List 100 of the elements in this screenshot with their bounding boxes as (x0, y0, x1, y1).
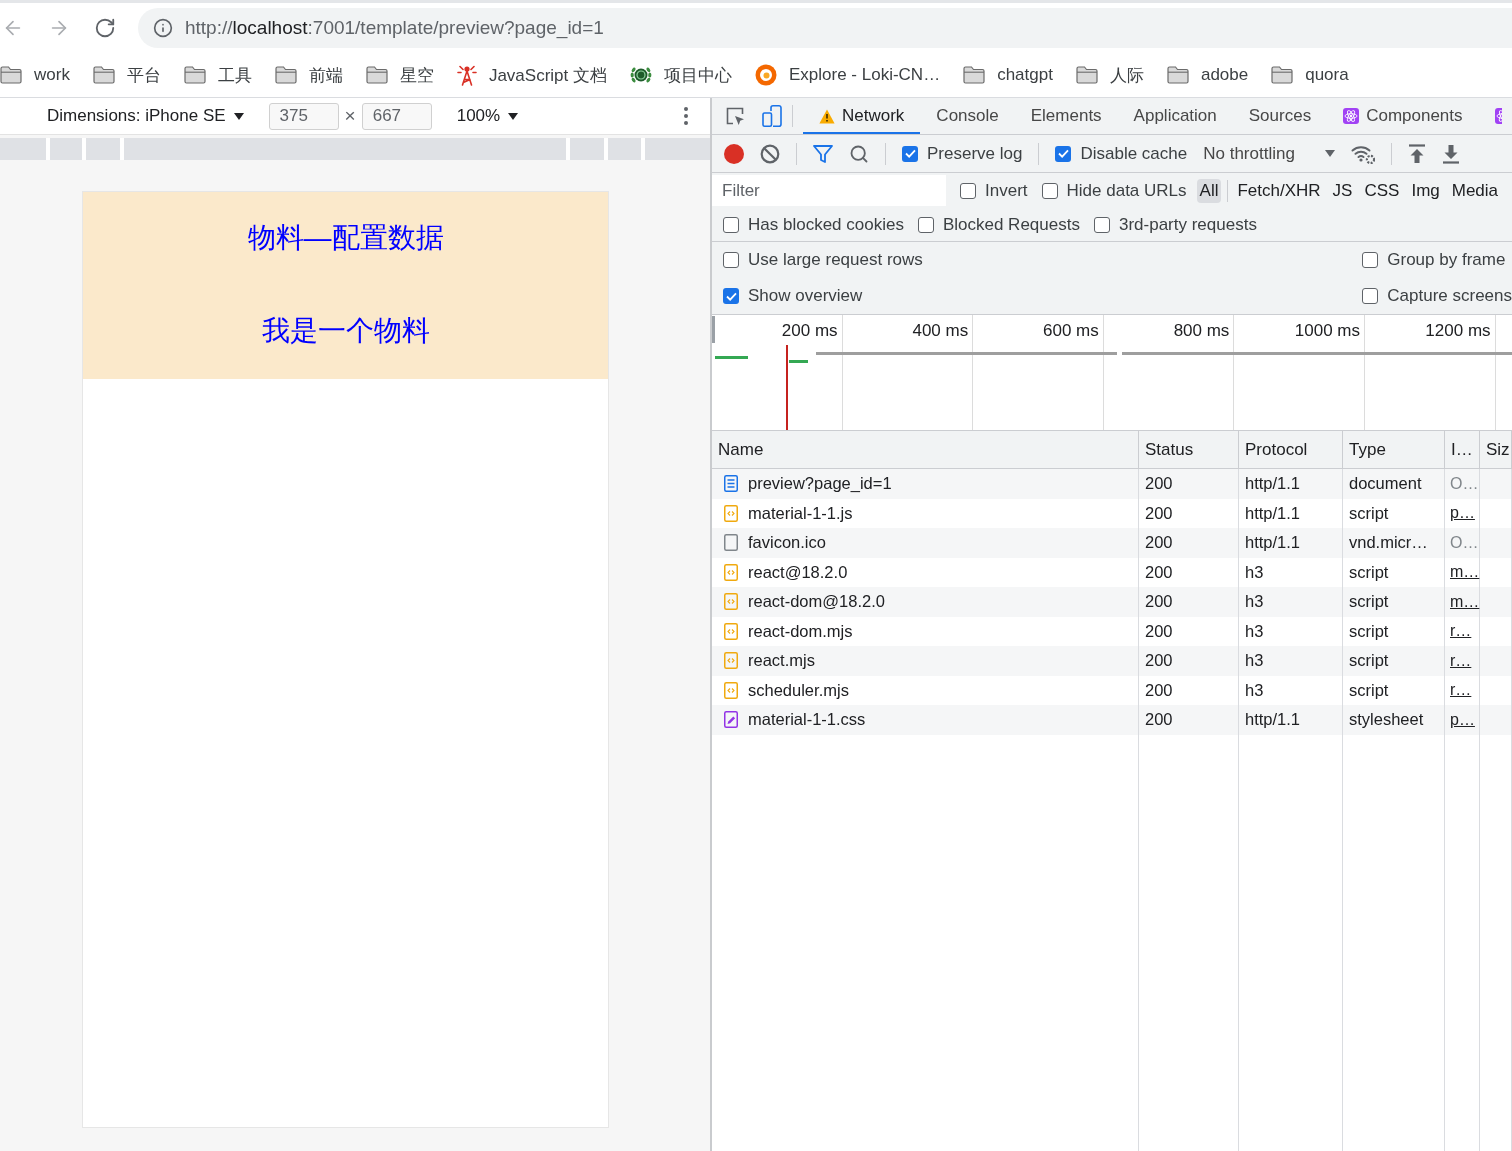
width-input[interactable]: 375 (268, 102, 339, 130)
bookmark[interactable]: work (0, 65, 70, 85)
bookmark[interactable]: 前端 (274, 63, 343, 87)
checkbox[interactable] (1362, 252, 1379, 268)
bookmark[interactable]: 工具 (183, 63, 252, 87)
vertical-dots-icon[interactable] (684, 107, 688, 125)
request-name[interactable]: react-dom.mjs (748, 621, 853, 641)
filter-input[interactable]: Filter (712, 175, 946, 206)
checkbox-label[interactable]: Invert (985, 180, 1028, 201)
bookmark[interactable]: adobe (1166, 65, 1249, 85)
initiator-link[interactable]: r… (1450, 651, 1472, 670)
bookmark[interactable]: chatgpt (963, 65, 1053, 85)
checkbox[interactable] (723, 288, 739, 304)
address-bar[interactable]: http://localhost:7001/template/preview?page_id=1 (138, 8, 1512, 48)
checkbox[interactable] (723, 252, 739, 268)
table-cell: script (1343, 587, 1445, 617)
checkbox-label[interactable]: Blocked Requests (942, 214, 1080, 235)
checkbox-label[interactable]: Preserve log (927, 143, 1023, 164)
column-header[interactable]: Type (1343, 431, 1445, 468)
wifi-settings-icon[interactable] (1350, 143, 1375, 164)
bookmark[interactable]: Explore - Loki-CN… (755, 64, 941, 86)
checkbox[interactable] (960, 182, 976, 199)
checkbox-label[interactable]: 3rd-party requests (1118, 214, 1257, 235)
info-icon[interactable] (153, 18, 173, 38)
request-name[interactable]: favicon.ico (748, 533, 826, 553)
column-header[interactable]: I… (1445, 431, 1480, 468)
checkbox-label[interactable]: Has blocked cookies (748, 214, 904, 235)
type-filter[interactable]: Fetch/XHR (1234, 178, 1324, 203)
request-name[interactable]: material-1-1.css (748, 710, 866, 730)
atom-icon (1343, 108, 1360, 124)
column-header[interactable]: Status (1139, 431, 1239, 468)
checkbox-label[interactable]: Capture screens (1387, 286, 1512, 306)
filter-icon[interactable] (813, 143, 833, 164)
bookmark[interactable]: 平台 (92, 63, 161, 87)
bookmark[interactable]: quora (1271, 65, 1349, 85)
column-header[interactable]: Name (712, 431, 1139, 468)
prohibited-icon[interactable] (760, 143, 780, 164)
request-name[interactable]: preview?page_id=1 (748, 474, 892, 494)
checkbox[interactable] (723, 216, 739, 233)
panel-tab[interactable]: Sources (1232, 98, 1328, 134)
initiator-link[interactable]: r… (1450, 622, 1472, 641)
folder-icon (92, 66, 115, 84)
panel-tab[interactable]: Network (803, 98, 921, 134)
type-filter[interactable]: Img (1408, 178, 1443, 203)
request-name[interactable]: react-dom@18.2.0 (748, 592, 885, 612)
height-input[interactable]: 667 (361, 102, 432, 130)
zoom-select[interactable]: 100% (456, 106, 519, 126)
page-title: 物料—配置数据 (247, 221, 444, 255)
initiator-link[interactable]: m… (1450, 592, 1480, 611)
request-name[interactable]: material-1-1.js (748, 503, 853, 523)
bookmark[interactable]: 人际 (1075, 63, 1144, 87)
initiator-link[interactable]: p… (1450, 710, 1475, 729)
column-header[interactable]: Siz (1480, 431, 1512, 468)
document-icon (724, 475, 738, 493)
initiator-link[interactable]: r… (1450, 681, 1472, 700)
cursor-box-icon[interactable] (725, 106, 745, 126)
circular-arrow-icon[interactable] (94, 17, 116, 39)
request-name[interactable]: scheduler.mjs (748, 680, 849, 700)
bookmark[interactable]: JavaScript 文档 (456, 63, 607, 87)
panel-tab[interactable]: Components (1327, 98, 1479, 134)
checkbox[interactable] (1093, 216, 1110, 233)
bookmark[interactable]: 项目中心 (630, 63, 732, 87)
device-select[interactable]: Dimensions: iPhone SE (47, 106, 244, 126)
type-filter[interactable]: All (1196, 178, 1222, 203)
checkbox[interactable] (1041, 182, 1058, 199)
initiator-link[interactable]: p… (1450, 504, 1475, 523)
upload-icon[interactable] (1407, 143, 1426, 164)
type-filter[interactable]: CSS (1361, 178, 1403, 203)
request-name[interactable]: react.mjs (748, 651, 815, 671)
panel-tab[interactable]: Console (920, 98, 1015, 134)
checkbox-label[interactable]: Show overview (748, 286, 863, 306)
download-icon[interactable] (1441, 143, 1460, 164)
range-handle[interactable] (712, 316, 715, 343)
checkbox[interactable] (917, 216, 934, 233)
throttling-select[interactable]: No throttling (1203, 143, 1335, 164)
devices-icon[interactable] (762, 105, 782, 127)
panel-tab[interactable]: Elements (1014, 98, 1118, 134)
checkbox-label[interactable]: Hide data URLs (1066, 180, 1187, 201)
table-cell: vnd.micr… (1343, 528, 1445, 558)
initiator-link[interactable]: m… (1450, 563, 1480, 582)
checkbox[interactable] (1362, 288, 1379, 304)
type-filter[interactable]: JS (1329, 178, 1356, 203)
checkbox[interactable] (1055, 145, 1072, 162)
table-cell: 200 (1139, 705, 1239, 735)
column-header[interactable]: Protocol (1239, 431, 1343, 468)
initiator-text: O… (1450, 533, 1479, 552)
checkbox-label[interactable]: Group by frame (1387, 250, 1506, 270)
checkbox-label[interactable]: Disable cache (1080, 143, 1188, 164)
bookmark[interactable]: 星空 (365, 63, 434, 87)
checkbox-label[interactable]: Use large request rows (748, 250, 923, 270)
table-cell: script (1343, 646, 1445, 676)
laurel-badge-icon (630, 64, 652, 86)
code-file-icon (724, 652, 738, 670)
record-icon[interactable] (724, 143, 744, 164)
panel-tab[interactable]: Application (1117, 98, 1233, 134)
table-cell: document (1343, 469, 1445, 499)
search-icon[interactable] (849, 143, 869, 164)
type-filter[interactable]: Media (1448, 178, 1502, 203)
request-name[interactable]: react@18.2.0 (748, 562, 848, 582)
checkbox[interactable] (902, 145, 918, 162)
